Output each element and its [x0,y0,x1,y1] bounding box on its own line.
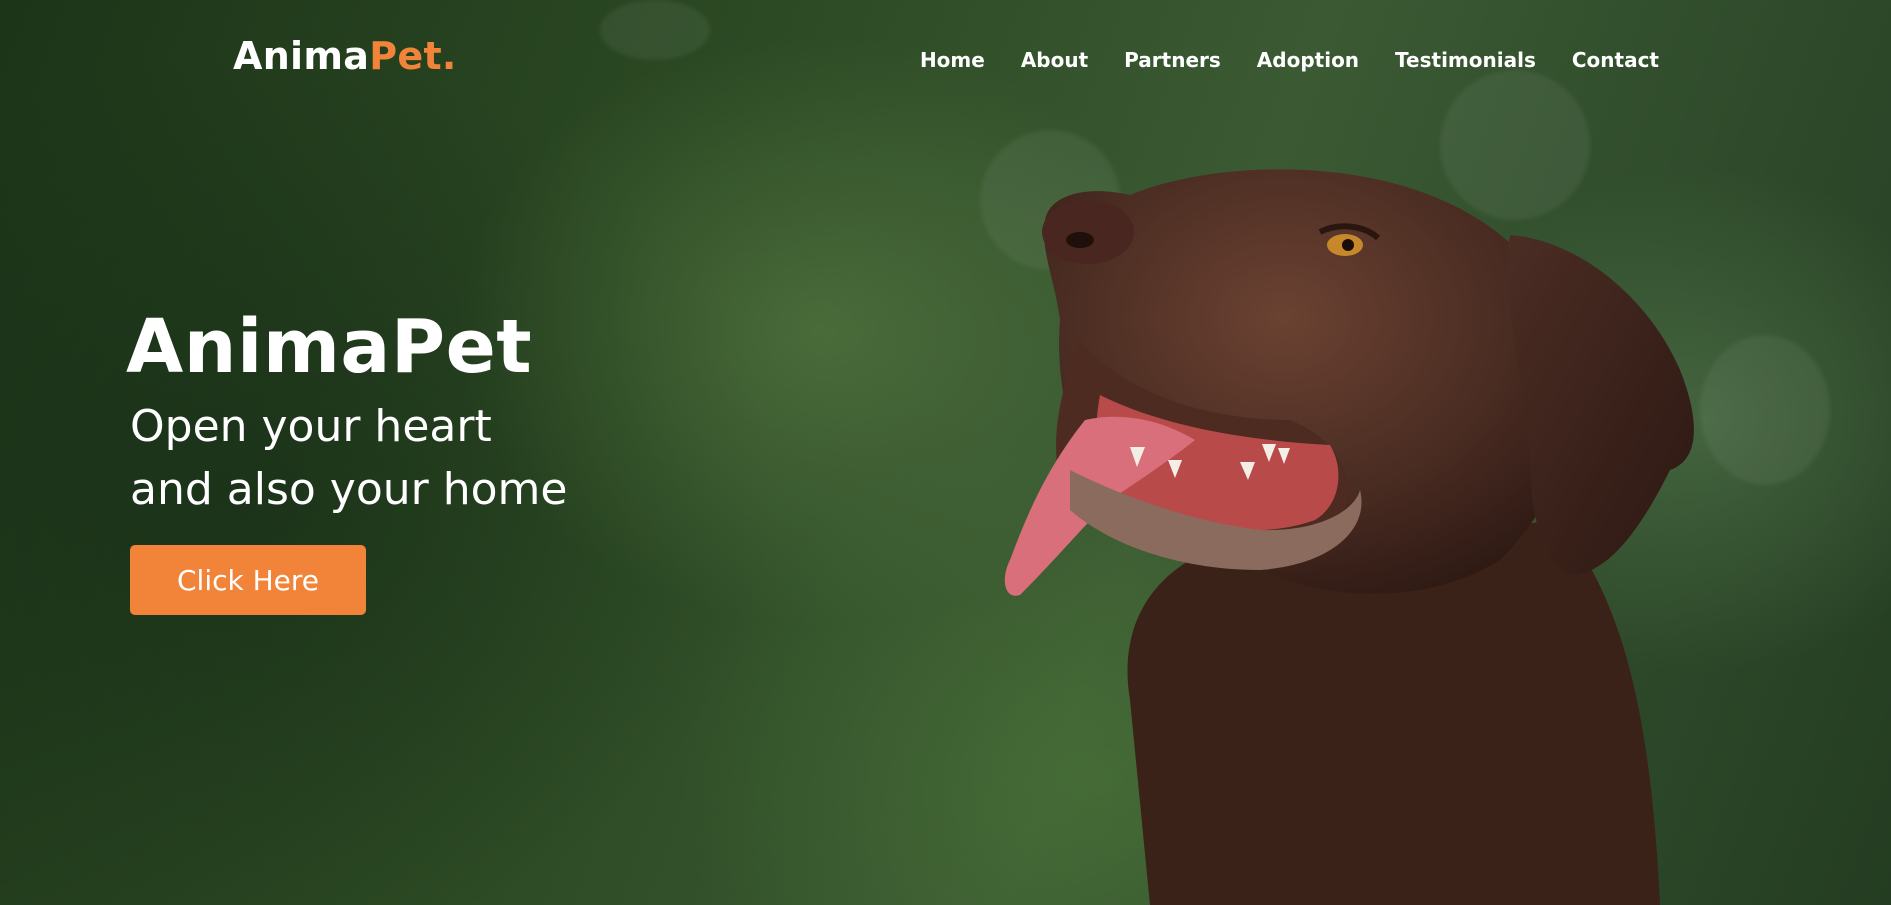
top-navigation: AnimaPet. Home About Partners Adoption T… [0,0,1891,125]
nav-link-testimonials[interactable]: Testimonials [1395,48,1536,72]
nav-link-about[interactable]: About [1021,48,1088,72]
click-here-button[interactable]: Click Here [130,545,366,615]
nav-link-home[interactable]: Home [920,48,985,72]
logo-text-main: Anima [233,34,370,78]
logo-text-accent: Pet. [369,34,457,78]
nav-link-adoption[interactable]: Adoption [1257,48,1359,72]
nav-link-contact[interactable]: Contact [1572,48,1659,72]
nav-menu: Home About Partners Adoption Testimonial… [920,48,1659,72]
hero-title: AnimaPet [126,304,533,390]
brand-logo[interactable]: AnimaPet. [233,34,457,78]
hero-section: AnimaPet. Home About Partners Adoption T… [0,0,1891,905]
hero-tagline: Open your heart and also your home [130,401,568,515]
nav-link-partners[interactable]: Partners [1124,48,1221,72]
